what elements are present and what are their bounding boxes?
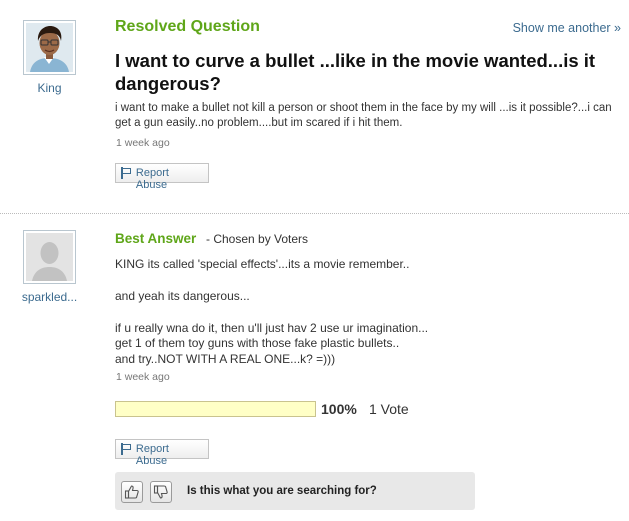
vote-count: 1 Vote bbox=[369, 401, 409, 417]
answer-line: and try..NOT WITH A REAL ONE...k? =))) bbox=[115, 352, 336, 366]
question-body: i want to make a bullet not kill a perso… bbox=[115, 102, 612, 129]
thumbs-down-icon bbox=[153, 485, 168, 499]
answer-report-abuse-button[interactable]: Report Abuse bbox=[115, 439, 209, 467]
answer-line: KING its called 'special effects'...its … bbox=[115, 257, 410, 271]
section-divider bbox=[0, 213, 629, 214]
cartoon-avatar-icon bbox=[26, 23, 73, 72]
best-answer-heading: Best Answer bbox=[115, 231, 197, 246]
answer-line: and yeah its dangerous... bbox=[115, 289, 250, 303]
flag-icon bbox=[121, 443, 132, 455]
flag-icon bbox=[121, 167, 132, 179]
resolved-question-heading: Resolved Question bbox=[115, 18, 260, 35]
feedback-panel: Is this what you are searching for? bbox=[115, 472, 475, 510]
report-abuse-label: Report Abuse bbox=[135, 167, 169, 191]
question-report-abuse-button[interactable]: Report Abuse bbox=[115, 163, 209, 191]
vote-percent: 100% bbox=[321, 401, 357, 417]
vote-progress-bar bbox=[115, 401, 316, 417]
feedback-question: Is this what you are searching for? bbox=[187, 485, 377, 497]
chosen-by-label: - Chosen by Voters bbox=[206, 232, 309, 246]
report-abuse-label: Report Abuse bbox=[135, 443, 169, 467]
asker-username[interactable]: King bbox=[23, 81, 76, 95]
vote-progress-fill bbox=[116, 402, 315, 416]
default-silhouette-icon bbox=[26, 233, 73, 281]
thumbs-down-button[interactable] bbox=[150, 481, 172, 503]
answer-timestamp: 1 week ago bbox=[116, 371, 170, 383]
asker-avatar[interactable] bbox=[23, 20, 76, 75]
question-title: I want to curve a bullet ...like in the … bbox=[115, 50, 596, 94]
question-timestamp: 1 week ago bbox=[116, 137, 170, 149]
thumbs-up-icon bbox=[124, 485, 139, 499]
answer-line: get 1 of them toy guns with those fake p… bbox=[115, 336, 400, 350]
answerer-username[interactable]: sparkled... bbox=[14, 290, 85, 304]
thumbs-up-button[interactable] bbox=[121, 481, 143, 503]
show-another-link[interactable]: Show me another » bbox=[513, 21, 621, 35]
answerer-avatar[interactable] bbox=[23, 230, 76, 284]
answer-line: if u really wna do it, then u'll just ha… bbox=[115, 321, 429, 335]
